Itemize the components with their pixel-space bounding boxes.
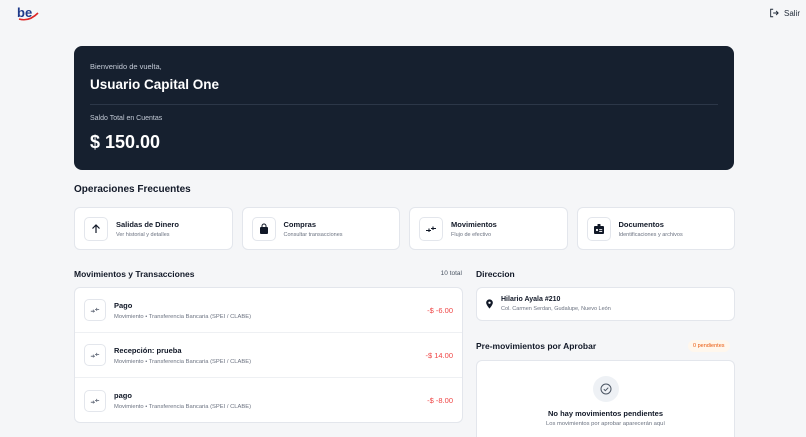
op-card-salidas[interactable]: Salidas de Dinero Ver historial y detall… [74, 207, 233, 250]
op-subtitle: Identificaciones y archivos [618, 231, 683, 238]
map-pin-icon [486, 299, 493, 309]
op-title: Documentos [618, 219, 664, 229]
op-card-documentos[interactable]: Documentos Identificaciones y archivos [576, 207, 735, 250]
transaction-amount: -$ 14.00 [425, 350, 453, 360]
operations-title: Operaciones Frecuentes [74, 184, 191, 195]
arrow-up-icon [84, 216, 108, 241]
transaction-title: pago [114, 391, 132, 400]
user-name: Usuario Capital One [90, 77, 220, 92]
hero-divider [90, 104, 718, 105]
brand-logo-icon[interactable]: be [17, 5, 39, 21]
pending-count-badge: 0 pendientes [688, 340, 730, 352]
check-circle-icon [593, 376, 619, 402]
op-subtitle: Flujo de efectivo [451, 231, 492, 238]
address-card[interactable]: Hilario Ayala #210 Col. Carmen Serdan, G… [476, 287, 735, 321]
transactions-list: Pago Movimiento • Transferencia Bancaria… [74, 287, 463, 423]
pending-empty-card: No hay movimientos pendientes Los movimi… [476, 360, 735, 437]
transaction-title: Recepción: prueba [114, 345, 182, 355]
transaction-amount: -$ -6.00 [427, 305, 453, 315]
transfer-arrows-icon [84, 299, 106, 321]
op-subtitle: Consultar transacciones [283, 231, 343, 238]
id-card-icon [586, 216, 611, 241]
address-title: Direccion [476, 269, 515, 279]
op-card-compras[interactable]: Compras Consultar transacciones [241, 207, 400, 250]
transaction-subtitle: Movimiento • Transferencia Bancaria (SPE… [114, 358, 252, 365]
transaction-row[interactable]: Recepción: prueba Movimiento • Transfere… [75, 333, 462, 378]
transfer-arrows-icon [84, 389, 106, 412]
logout-icon [770, 8, 779, 18]
op-title: Compras [283, 219, 317, 229]
transactions-count: 10 total [440, 270, 462, 277]
top-bar: be Salir [0, 0, 806, 28]
transaction-row[interactable]: Pago Movimiento • Transferencia Bancaria… [75, 288, 462, 333]
shopping-bag-icon [251, 216, 276, 241]
op-title: Movimientos [451, 219, 497, 229]
transfer-arrows-icon [84, 344, 106, 366]
logout-label: Salir [783, 8, 800, 18]
transfer-arrows-icon [419, 216, 443, 241]
address-line2: Col. Carmen Serdan, Gudalupe, Nuevo León [501, 306, 611, 312]
pending-title: Pre-movimientos por Aprobar [476, 341, 597, 351]
empty-state-subtitle: Los movimientos por aprobar aparecerán a… [546, 421, 665, 427]
op-subtitle: Ver historial y detalles [116, 231, 170, 238]
op-title: Salidas de Dinero [116, 219, 179, 229]
transaction-subtitle: Movimiento • Transferencia Bancaria (SPE… [114, 313, 252, 320]
op-card-movimientos[interactable]: Movimientos Flujo de efectivo [409, 207, 568, 250]
transactions-title: Movimientos y Transacciones [74, 269, 195, 279]
welcome-text: Bienvenido de vuelta, [90, 62, 162, 71]
transaction-subtitle: Movimiento • Transferencia Bancaria (SPE… [114, 404, 252, 410]
balance-hero-card: Bienvenido de vuelta, Usuario Capital On… [74, 46, 734, 170]
empty-state-title: No hay movimientos pendientes [547, 409, 664, 418]
transaction-row[interactable]: pago Movimiento • Transferencia Bancaria… [75, 378, 462, 422]
transaction-title: Pago [114, 300, 133, 310]
address-line1: Hilario Ayala #210 [501, 296, 561, 303]
transaction-amount: -$ -8.00 [427, 396, 453, 405]
operations-list: Salidas de Dinero Ver historial y detall… [74, 207, 735, 250]
balance-value: $ 150.00 [90, 132, 161, 152]
logout-button[interactable]: Salir [769, 8, 800, 18]
balance-label: Saldo Total en Cuentas [90, 115, 163, 122]
